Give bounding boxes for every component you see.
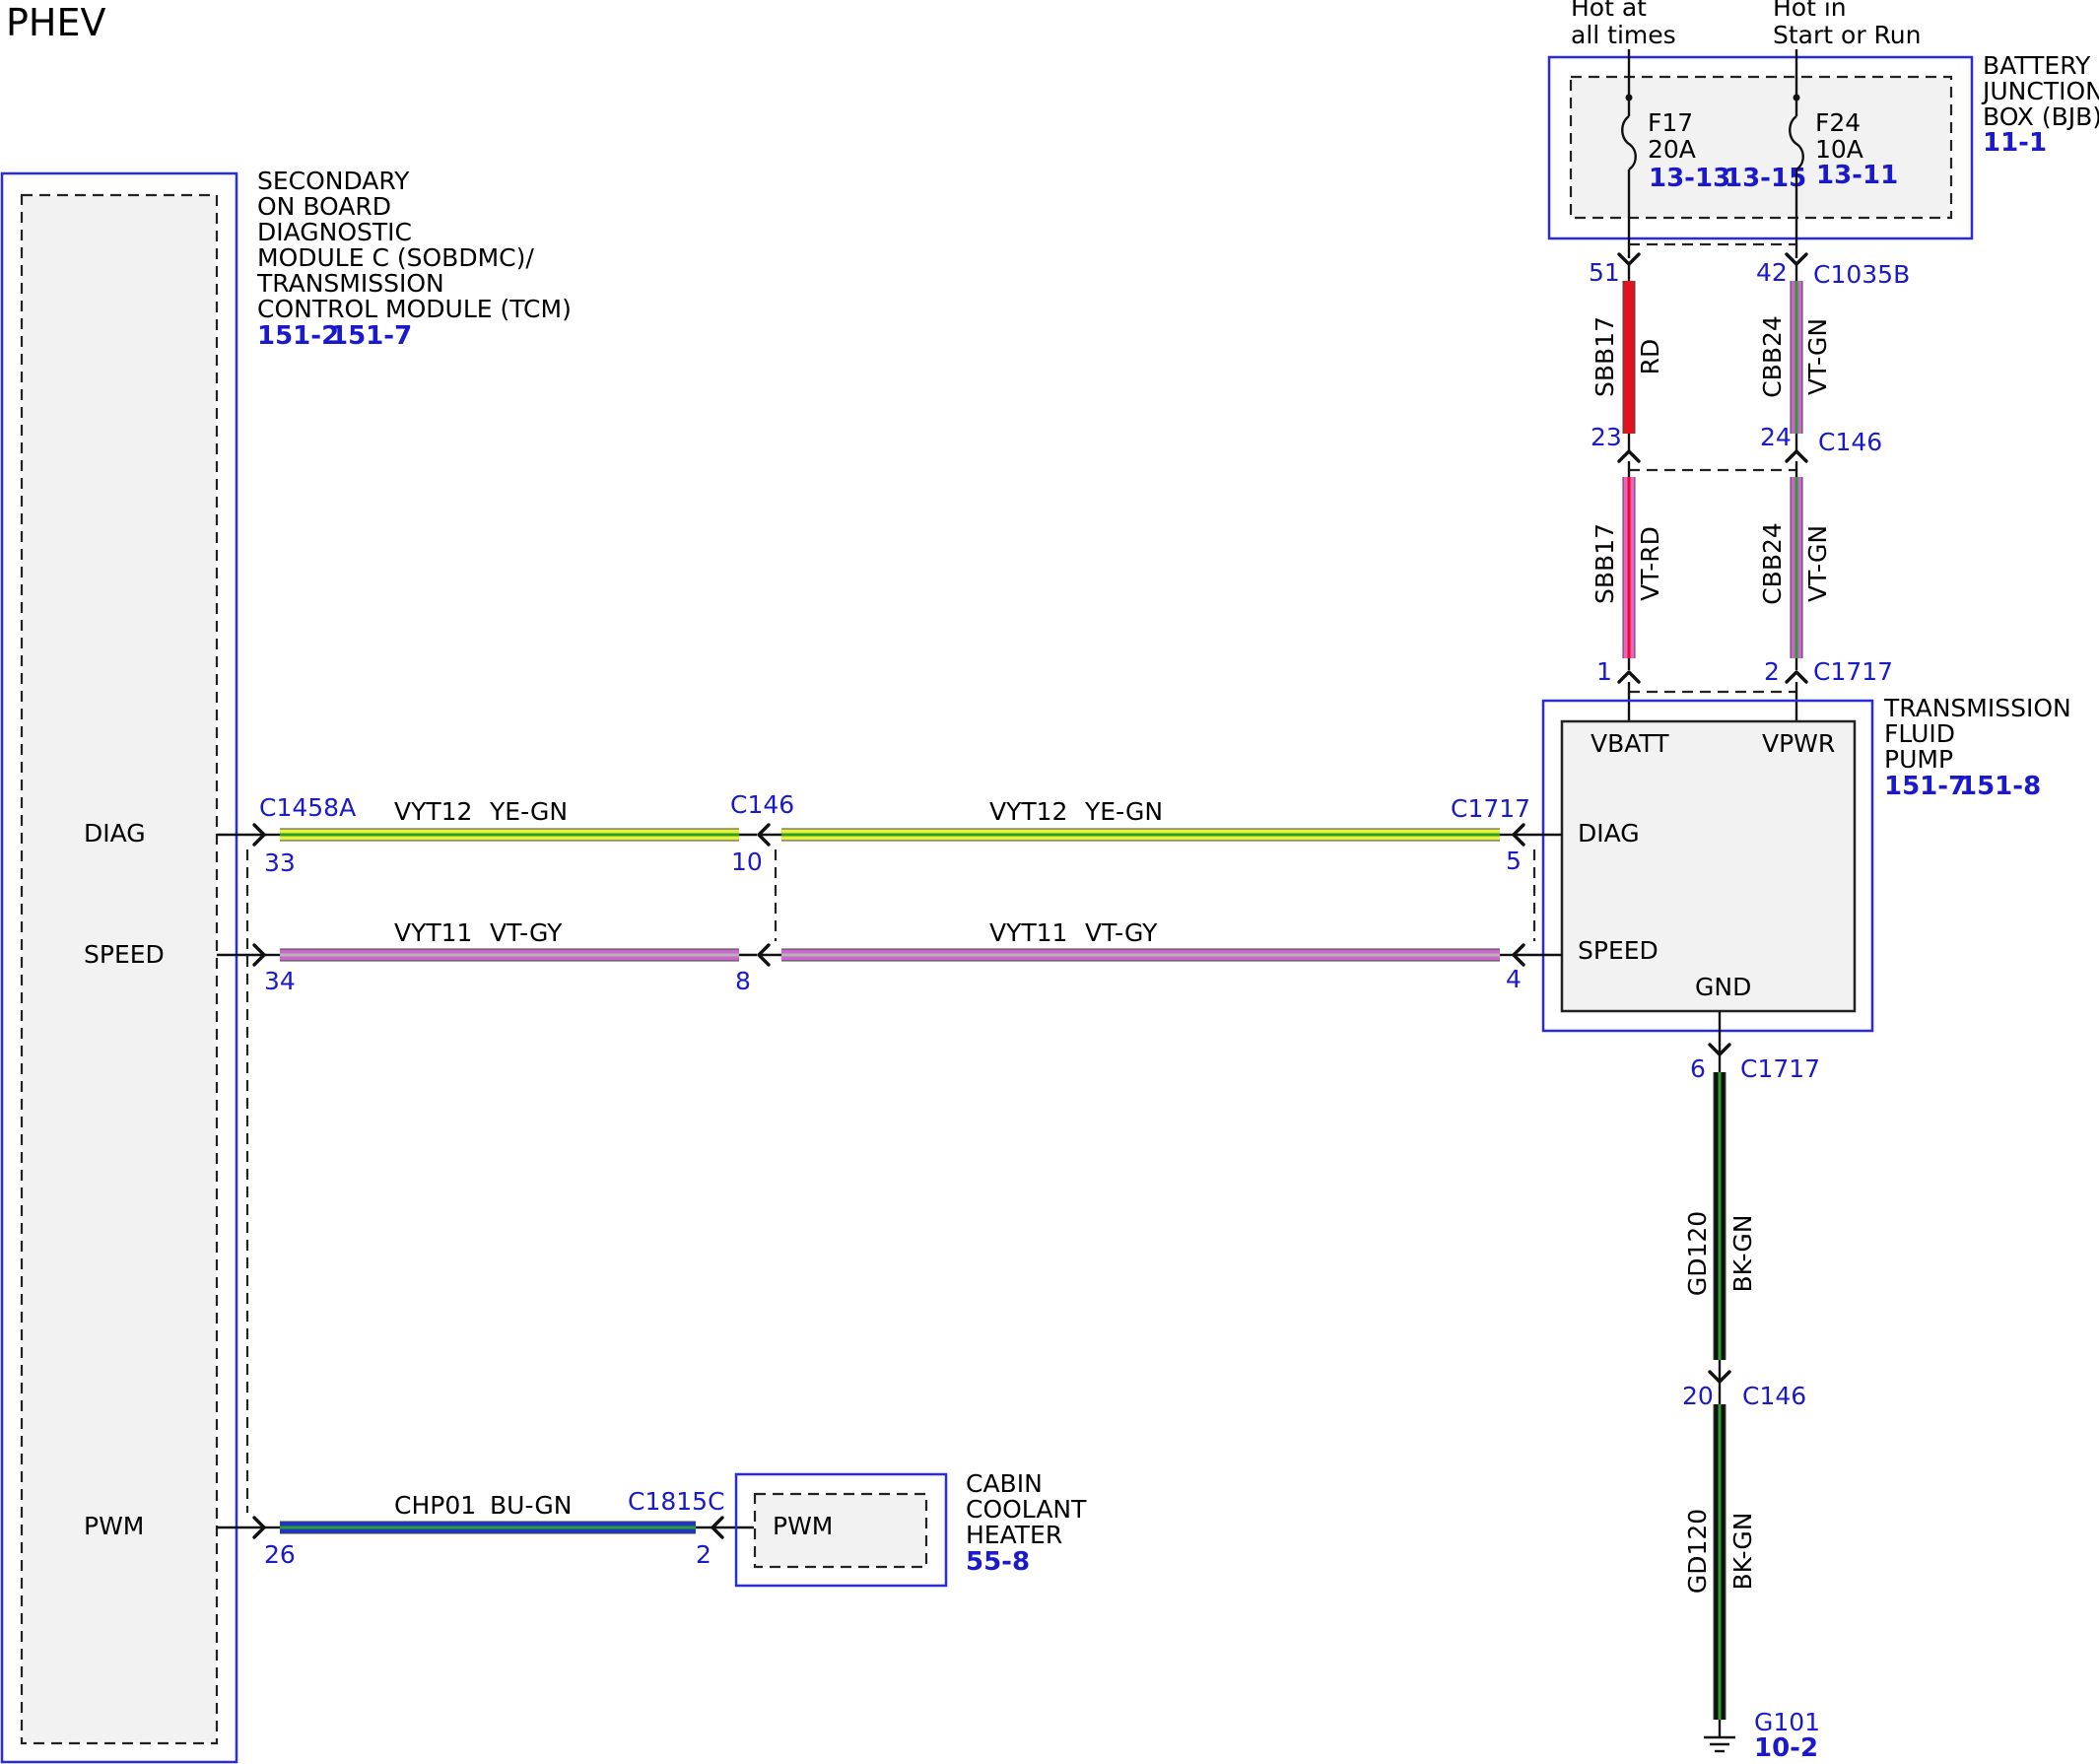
cch-pin-pwm: PWM — [773, 1512, 833, 1540]
sbb17-lower-color: VT-RD — [1636, 526, 1664, 601]
f24-supply-label-2: Start or Run — [1773, 21, 1921, 49]
tfp-pin-vpwr: VPWR — [1762, 729, 1835, 758]
sobdmc-pin-speed: SPEED — [84, 940, 165, 969]
pin-4: 4 — [1506, 965, 1522, 993]
bjb-name-3: BOX (BJB) — [1983, 102, 2099, 131]
vyt11-right-color: VT-GY — [1085, 918, 1158, 947]
pin-24: 24 — [1760, 423, 1792, 451]
sobdmc-name-1: SECONDARY — [257, 167, 410, 195]
f17-ref-2: 13-15 — [1725, 164, 1806, 193]
bjb-name-2: JUNCTION — [1981, 77, 2099, 105]
page-title: PHEV — [6, 1, 106, 44]
sobdmc-ref-2: 151-7 — [330, 321, 412, 351]
connector-c1717-ground: C1717 — [1740, 1054, 1820, 1083]
sobdmc-name-2: ON BOARD — [257, 192, 391, 221]
wiring-diagram: PHEV Hot at all times Hot in Start or Ru… — [0, 0, 2099, 1764]
vyt12-left-circuit: VYT12 — [394, 797, 472, 826]
tfp-pin-diag: DIAG — [1578, 819, 1640, 848]
f24-supply-label-1: Hot in — [1773, 0, 1847, 22]
connector-c1717-top: C1717 — [1813, 657, 1893, 686]
vyt12-right-color: YE-GN — [1084, 797, 1163, 826]
pin-5: 5 — [1506, 847, 1522, 875]
cbb24-lower-circuit: CBB24 — [1758, 522, 1787, 605]
bjb-ref: 11-1 — [1983, 128, 2047, 158]
f24-id: F24 — [1815, 108, 1861, 137]
f17-supply-label-1: Hot at — [1571, 0, 1647, 22]
tfp-pin-gnd: GND — [1695, 973, 1751, 1001]
ground-ref: 10-2 — [1754, 1733, 1818, 1763]
vyt11-right-circuit: VYT11 — [989, 918, 1067, 947]
f17-id: F17 — [1648, 108, 1693, 137]
connector-c146-upper: C146 — [1818, 428, 1882, 456]
connector-c146-ground: C146 — [1742, 1382, 1806, 1410]
f24-rating: 10A — [1815, 135, 1863, 164]
pin-23: 23 — [1591, 423, 1622, 451]
gd120-upper-circuit: GD120 — [1683, 1211, 1712, 1296]
c1717-pin2-arrow — [1785, 670, 1808, 684]
tfp-pin-speed: SPEED — [1578, 936, 1659, 965]
tfp-name-3: PUMP — [1884, 745, 1953, 774]
c1717-pin1-arrow — [1617, 670, 1641, 684]
tfp-name-2: FLUID — [1884, 719, 1955, 748]
cch-name-1: CABIN — [966, 1469, 1043, 1498]
connector-c1717-side: C1717 — [1451, 794, 1530, 823]
chp01-circuit: CHP01 — [394, 1491, 476, 1520]
gd120-lower-circuit: GD120 — [1683, 1509, 1712, 1594]
tfp-inner — [1560, 719, 1857, 1013]
ground-symbol — [1704, 1735, 1735, 1753]
sobdmc-name-6: CONTROL MODULE (TCM) — [257, 295, 572, 323]
connector-c1458a: C1458A — [259, 793, 356, 822]
tfp-ref-2: 151-8 — [1959, 772, 2041, 801]
cbb24-upper-color: VT-GN — [1803, 318, 1832, 395]
tfp-pin-vbatt: VBATT — [1591, 729, 1669, 758]
chp01-color: BU-GN — [490, 1491, 572, 1520]
sobdmc-name-3: DIAGNOSTIC — [257, 218, 412, 246]
pin-20: 20 — [1682, 1382, 1714, 1410]
bjb-name-1: BATTERY — [1983, 51, 2091, 80]
tfp-name-1: TRANSMISSION — [1883, 694, 2071, 722]
f17-rating: 20A — [1648, 135, 1696, 164]
connector-c1035b: C1035B — [1813, 260, 1910, 289]
pin-1: 1 — [1596, 657, 1612, 686]
connector-c1815c: C1815C — [628, 1487, 725, 1516]
vyt11-left-circuit: VYT11 — [394, 918, 472, 947]
gd120-upper-color: BK-GN — [1728, 1215, 1757, 1293]
pin-8: 8 — [735, 967, 751, 995]
vyt12-left-color: YE-GN — [489, 797, 568, 826]
sobdmc-name-5: TRANSMISSION — [256, 269, 444, 298]
sobdmc-name-4: MODULE C (SOBDMC)/ — [257, 243, 534, 272]
cbb24-upper-circuit: CBB24 — [1758, 315, 1787, 398]
sobdmc-pin-pwm: PWM — [84, 1512, 144, 1540]
tfp-ref-1: 151-7 — [1884, 772, 1966, 801]
pin-10: 10 — [731, 848, 763, 876]
pin-33: 33 — [264, 848, 296, 877]
f24-ref: 13-11 — [1816, 161, 1898, 190]
pin-2-c1815c: 2 — [696, 1540, 711, 1569]
cch-name-3: HEATER — [966, 1521, 1062, 1549]
sobdmc-pin-diag: DIAG — [84, 819, 146, 848]
sobdmc-ref-1: 151-2 — [257, 321, 339, 351]
pin-51: 51 — [1589, 258, 1620, 287]
connector-c146-middle: C146 — [730, 790, 794, 819]
c146-pin23-arrow — [1617, 449, 1641, 463]
sbb17-lower-circuit: SBB17 — [1591, 523, 1619, 604]
vyt12-right-circuit: VYT12 — [989, 797, 1067, 826]
cch-ref: 55-8 — [966, 1547, 1030, 1577]
f17-ref-1: 13-13 — [1649, 164, 1730, 193]
c146-pin24-arrow — [1785, 449, 1808, 463]
cbb24-lower-color: VT-GN — [1803, 525, 1832, 602]
pin-26: 26 — [264, 1540, 296, 1569]
cch-name-2: COOLANT — [966, 1495, 1087, 1524]
sbb17-upper-circuit: SBB17 — [1591, 316, 1619, 397]
ground-id: G101 — [1754, 1708, 1820, 1736]
pin-6: 6 — [1690, 1054, 1706, 1083]
f17-supply-label-2: all times — [1571, 21, 1676, 49]
vyt11-left-color: VT-GY — [490, 918, 563, 947]
pin-2: 2 — [1764, 657, 1780, 686]
sbb17-upper-color: RD — [1636, 339, 1664, 375]
pin-42: 42 — [1756, 258, 1788, 287]
gd120-lower-color: BK-GN — [1728, 1513, 1757, 1591]
pin-34: 34 — [264, 967, 296, 995]
